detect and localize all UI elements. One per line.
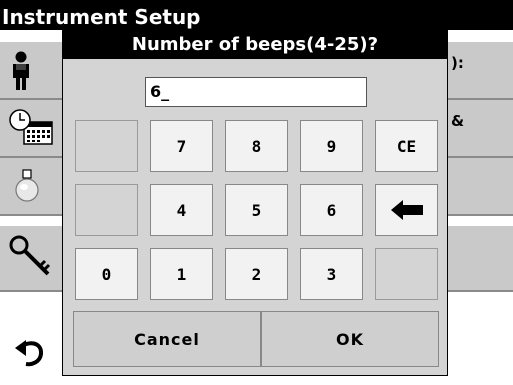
key-icon: [9, 235, 51, 276]
setting-item-3[interactable]: [445, 158, 513, 216]
setting-item-2[interactable]: &: [445, 100, 513, 158]
key-6[interactable]: 6: [300, 184, 363, 236]
cancel-button[interactable]: Cancel: [73, 311, 261, 367]
sidebar-item-date-time[interactable]: [0, 100, 65, 158]
setting-item-1[interactable]: ):: [445, 42, 513, 100]
back-arrow-icon: [15, 340, 43, 367]
ok-button[interactable]: OK: [261, 311, 439, 367]
left-arrow-icon: [390, 200, 423, 220]
key-5[interactable]: 5: [225, 184, 288, 236]
keypad-dialog: Number of beeps(4-25)? 6_ 7 8 9 CE 4 5 6…: [62, 30, 448, 376]
number-input[interactable]: 6_: [145, 77, 367, 107]
key-0[interactable]: 0: [75, 248, 138, 300]
clock-calendar-icon: [9, 109, 53, 145]
sidebar-item-operator[interactable]: [0, 42, 65, 100]
screen-title: Instrument Setup: [0, 0, 513, 30]
back-button[interactable]: [0, 310, 65, 385]
key-4[interactable]: 4: [150, 184, 213, 236]
backspace-button[interactable]: [375, 184, 438, 236]
sidebar-item-security[interactable]: [0, 226, 65, 292]
key-2[interactable]: 2: [225, 248, 288, 300]
sidebar-item-lamp[interactable]: [0, 158, 65, 216]
person-icon: [13, 51, 29, 90]
blank-key: [375, 248, 438, 300]
dialog-title: Number of beeps(4-25)?: [63, 31, 447, 59]
setting-item-4[interactable]: [445, 226, 513, 292]
lamp-icon: [15, 169, 39, 202]
key-3[interactable]: 3: [300, 248, 363, 300]
key-8[interactable]: 8: [225, 120, 288, 172]
blank-key: [75, 184, 138, 236]
blank-key: [75, 120, 138, 172]
key-7[interactable]: 7: [150, 120, 213, 172]
key-1[interactable]: 1: [150, 248, 213, 300]
clear-entry-button[interactable]: CE: [375, 120, 438, 172]
key-9[interactable]: 9: [300, 120, 363, 172]
